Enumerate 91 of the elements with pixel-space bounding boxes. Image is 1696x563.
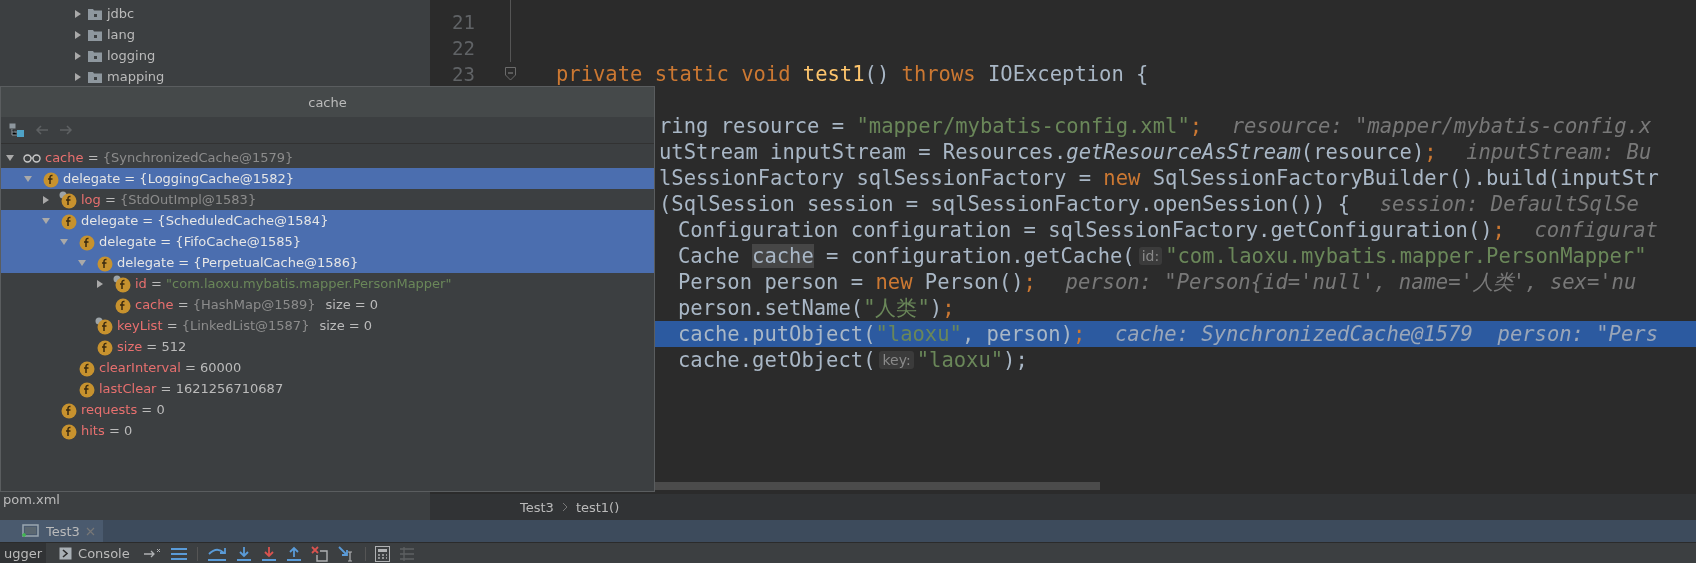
inline-value-hint: resource: "mapper/mybatis-config.x [1231,113,1652,139]
expand-arrow-icon[interactable] [73,71,83,82]
expand-arrow-icon[interactable] [95,278,105,289]
code-text: person.setName("人类"); [678,295,955,321]
code-text: cache.getObject( [678,347,876,373]
expand-arrow-icon[interactable] [23,173,33,184]
code-text: ring resource = "mapper/mybatis-config.xml"; [659,113,1203,139]
variable-row[interactable]: size = 512 [1,336,654,357]
code-text: Cache cache = configuration.getCache( [678,243,1135,269]
variable-row[interactable]: log = {StdOutImpl@1583} [1,189,654,210]
force-step-into-icon[interactable] [260,545,277,562]
drop-frame-icon[interactable] [310,545,329,562]
fold-marker-icon[interactable] [505,67,516,81]
variable-text: delegate = {ScheduledCache@1584} [81,213,329,228]
inline-value-hint: inputStream: Bu [1466,139,1652,165]
inline-value-hint: cache: SynchronizedCache@1579 person: "Pers [1114,321,1658,347]
variable-text: log = {StdOutImpl@1583} [81,192,257,207]
line-number: 22 [452,37,475,59]
code-text: "laoxu"); [916,347,1028,373]
expand-arrow-icon[interactable] [73,50,83,61]
variable-row[interactable]: cache = {SynchronizedCache@1579} [1,147,654,168]
parameter-hint: id: [1138,247,1163,265]
folder-icon [88,70,102,83]
folder-icon [88,49,102,62]
variable-row[interactable]: keyList = {LinkedList@1587} size = 0 [1,315,654,336]
variable-row[interactable]: cache = {HashMap@1589} size = 0 [1,294,654,315]
code-text: private static void test1() throws IOException { [556,61,1149,87]
list-icon[interactable] [169,546,188,561]
code-text: (SqlSession session = sqlSessionFactory.openSession()) { [659,191,1351,217]
variable-text: hits = 0 [81,423,133,438]
variable-text: requests = 0 [81,402,165,417]
folder-label[interactable]: mapping [107,69,165,84]
step-over-icon[interactable] [206,545,227,562]
folder-icon [88,7,102,20]
variable-text: delegate = {LoggingCache@1582} [63,171,294,186]
expand-arrow-icon[interactable] [73,29,83,40]
variable-text: lastClear = 1621256710687 [99,381,284,396]
variable-row[interactable]: delegate = {ScheduledCache@1584} [1,210,654,231]
variable-text: clearInterval = 60000 [99,360,242,375]
code-text: Configuration configuration = sqlSessionFactory.getConfiguration(); [678,217,1505,243]
variable-row[interactable]: clearInterval = 60000 [1,357,654,378]
line-number: 21 [452,11,475,33]
code-text: Person person = new Person(); [678,269,1036,295]
run-tab[interactable]: Test3 [0,520,103,542]
breadcrumb-item[interactable]: Test3 [520,499,554,515]
variable-row[interactable]: hits = 0 [1,420,654,441]
parameter-hint: key: [879,351,914,369]
variable-row[interactable]: delegate = {PerpetualCache@1586} [1,252,654,273]
horizontal-scrollbar[interactable] [655,482,1100,490]
folder-label[interactable]: lang [107,27,136,42]
variable-text: cache = {HashMap@1589} size = 0 [135,297,379,312]
expand-arrow-icon[interactable] [41,194,51,205]
inline-value-hint: person: "Person{id='null', name='人类', sex='nu [1065,269,1637,295]
variable-text: cache = {SynchronizedCache@1579} [45,150,294,165]
expand-arrow-icon[interactable] [77,257,87,268]
code-text: "com.laoxu.mybatis.mapper.PersonMapper" [1165,243,1647,269]
console-icon [59,547,73,560]
expand-arrow-icon[interactable] [59,236,69,247]
variable-text: size = 512 [117,339,187,354]
popup-title: cache [308,94,347,110]
variable-text: delegate = {FifoCache@1585} [99,234,302,249]
code-text: lSessionFactory sqlSessionFactory = new SqlSessionFactoryBuilder().build(inputStr [659,165,1659,191]
variable-text: id = "com.laoxu.mybatis.mapper.PersonMapper" [135,276,452,291]
calculator-icon[interactable] [374,545,390,562]
expand-arrow-icon[interactable] [73,8,83,19]
tool-tab[interactable]: Console [55,543,134,563]
line-number: 23 [452,63,475,85]
chevron-icon [561,502,568,512]
monitor-icon [22,523,40,539]
code-text: utStream inputStream = Resources.getResourceAsStream(resource); [659,139,1437,165]
hierarchy-icon[interactable] [9,122,25,138]
breadcrumb-item[interactable]: test1() [575,499,620,515]
variable-row[interactable]: id = "com.laoxu.mybatis.mapper.PersonMapper" [1,273,654,294]
variable-text: keyList = {LinkedList@1587} size = 0 [117,318,373,333]
expand-arrow-icon[interactable] [41,215,51,226]
tool-tab[interactable]: ugger [0,543,47,563]
variable-text: delegate = {PerpetualCache@1586} [117,255,359,270]
step-into-icon[interactable] [235,545,252,562]
variable-row[interactable]: delegate = {LoggingCache@1582} [1,168,654,189]
step-out-icon[interactable] [285,545,302,562]
variable-row[interactable]: requests = 0 [1,399,654,420]
folder-label[interactable]: jdbc [107,6,135,21]
code-text: cache.putObject("laoxu", person); [678,321,1086,347]
file-label[interactable]: pom.xml [3,492,60,507]
folder-icon [88,28,102,41]
expand-arrow-icon[interactable] [5,152,15,163]
inline-value-hint: configurat [1534,217,1658,243]
folder-label[interactable]: logging [107,48,156,63]
variable-row[interactable]: lastClear = 1621256710687 [1,378,654,399]
variable-row[interactable]: delegate = {FifoCache@1585} [1,231,654,252]
inline-value-hint: session: DefaultSqlSe [1379,191,1639,217]
